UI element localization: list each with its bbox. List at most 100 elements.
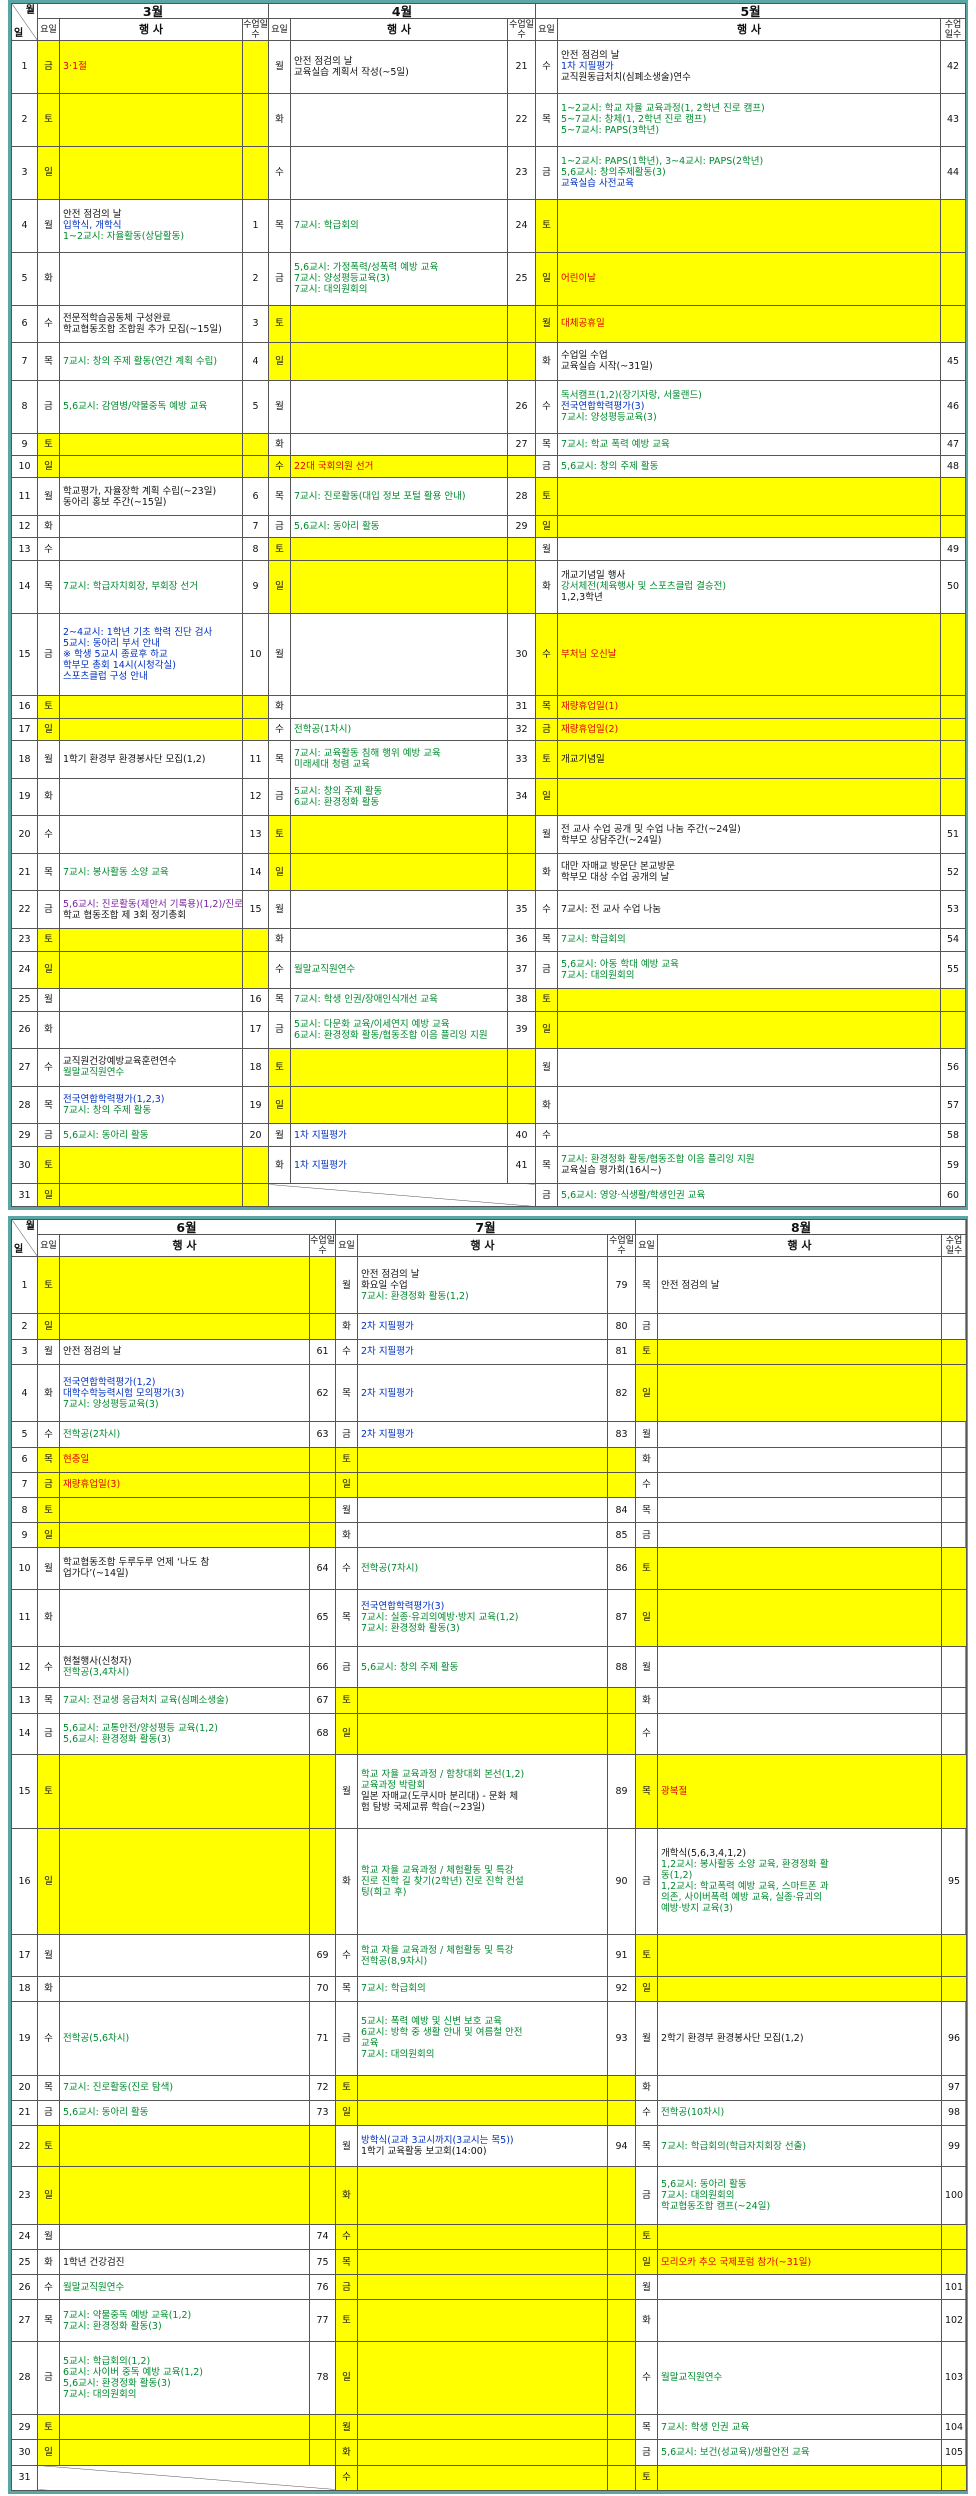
date-row: 2 일 화 2차 지필평가 80 금 <box>11 1313 968 1340</box>
weekday-cell: 수 <box>335 2223 359 2250</box>
event-cell: 1차 지필평가 <box>290 1123 509 1147</box>
event-line: 교육실습 평가회(16시~) <box>561 1165 662 1177</box>
date-cell: 24 <box>11 950 38 990</box>
class-day-count: 71 <box>308 2000 337 2076</box>
event-line: 1,2,3학년 <box>561 592 603 604</box>
event-line: 7교시: 학교 폭력 예방 교육 <box>561 438 670 450</box>
class-day-count: 83 <box>607 1421 637 1448</box>
month-header: 7월 <box>335 1219 637 1235</box>
event-line: 교직원건강예방교육훈련연수 <box>63 1056 177 1068</box>
event-line: 대만 자매교 방문단 본교방문 <box>561 861 675 873</box>
class-day-count: 17 <box>241 1010 270 1050</box>
event-line: 5,6교시: 동아리 활동 <box>63 2107 149 2119</box>
event-line: 의존, 사이버폭력 예방 교육, 실종·유괴의 <box>661 1892 823 1904</box>
date-cell: 17 <box>11 1934 38 1977</box>
event-cell: 전 교사 수업 공개 및 수업 나눔 주간(~24일) 학부모 상담주간(~24일… <box>557 815 942 854</box>
date-cell: 7 <box>11 342 38 381</box>
event-line: 1차 지필평가 <box>561 61 614 73</box>
event-line: 동아리 홍보 주간(~15일) <box>63 496 167 508</box>
event-cell <box>657 2299 943 2342</box>
event-line: 안전 점검의 날 <box>294 55 353 67</box>
event-col-header: 행 사 <box>59 18 243 41</box>
event-line: 7교시: 약물중독 예방 교육(1,2) <box>63 2309 192 2321</box>
class-day-count <box>308 1496 337 1524</box>
event-line: 7교시: 학급회의 <box>361 1983 426 1995</box>
weekday-cell: 금 <box>37 2099 60 2126</box>
weekday-cell: 토 <box>37 1255 60 1315</box>
event-cell: 개교기념일 <box>557 739 942 779</box>
event-line: 5,6교시: 가정폭력/성폭력 예방 교육 <box>294 262 439 274</box>
class-day-count: 9 <box>241 559 270 614</box>
date-row: 5 화 2 금 5,6교시: 가정폭력/성폭력 예방 교육 7교시: 양성평등교육(3) 7… <box>11 251 967 306</box>
event-cell: 안전 점검의 날 <box>59 1338 310 1365</box>
event-cell: 5교시: 다문화 교육/이세연지 예방 교육 6교시: 환경정화 활동/협동조합 … <box>290 1010 509 1050</box>
date-cell: 26 <box>11 2274 38 2301</box>
class-day-count <box>941 2248 968 2276</box>
class-day-count <box>940 717 967 741</box>
weekday-cell: 토 <box>37 432 60 457</box>
date-row: 16 토 화 31 목 재량휴업일(1) <box>11 695 967 719</box>
weekday-cell: 토 <box>268 304 292 344</box>
class-day-count: 35 <box>507 890 537 930</box>
class-day-count: 41 <box>507 1145 537 1185</box>
event-cell: 7교시: 학급회의(학급자치회장 선출) <box>657 2124 943 2168</box>
event-cell <box>290 612 509 697</box>
class-day-count: 24 <box>507 198 537 253</box>
event-cell: 5,6교시: 진로활동(제안서 기록용)(1,2)/진로활동(3)학교 협동조합… <box>59 890 243 930</box>
weekday-cell: 금 <box>268 777 292 817</box>
weekday-cell: 일 <box>535 777 559 817</box>
class-day-count: 33 <box>507 739 537 779</box>
event-line: 7교시: 창의 주제 활동 <box>63 1105 152 1117</box>
event-line: 전국연합학력평가(1,2) <box>63 1376 156 1388</box>
weekday-cell: 월 <box>535 537 559 561</box>
event-cell <box>59 2166 310 2225</box>
class-day-count: 66 <box>308 1646 337 1689</box>
weekday-cell: 화 <box>37 1588 60 1648</box>
calendar-table-1: 월 일 3월 4월 5월 요일 행 사 수업일수 요일 행 사 수업일수 요일 … <box>11 3 967 1207</box>
weekday-cell: 수 <box>535 379 559 434</box>
class-day-count: 27 <box>507 432 537 457</box>
event-line: 월말교직원연수 <box>63 1067 125 1079</box>
event-cell: 7교시: 진로활동(진로 탐색) <box>59 2074 310 2101</box>
weekday-cell: 월 <box>268 890 292 930</box>
event-cell <box>59 2439 310 2466</box>
date-cell: 9 <box>11 1522 38 1549</box>
class-day-count: 61 <box>308 1338 337 1365</box>
event-cell <box>290 890 509 930</box>
class-day-count: 45 <box>940 342 967 381</box>
class-day-count: 1 <box>241 198 270 253</box>
date-row: 19 수 전학공(5,6차시) 71 금 5교시: 폭력 예방 및 신변 보호 교육 6교시… <box>11 2000 968 2076</box>
event-cell: 어린이날 <box>557 251 942 306</box>
event-cell <box>557 1010 942 1050</box>
event-line: 동(1,2) <box>661 1870 693 1882</box>
date-row: 24 일 수 월말교직원연수 37 금 5,6교시: 아동 학대 예방 교육 7교시: 대의원… <box>11 950 967 990</box>
event-col-header: 행 사 <box>290 18 509 41</box>
event-cell: 1차 지필평가 <box>290 1145 509 1185</box>
class-day-count <box>507 1048 537 1087</box>
class-day-count: 50 <box>940 559 967 614</box>
class-day-count <box>241 695 270 719</box>
event-cell: 1학년 건강검진 <box>59 2248 310 2276</box>
date-cell: 30 <box>11 1145 38 1185</box>
weekday-cell: 금 <box>635 2166 659 2225</box>
event-line: 모리오카 추오 국제포럼 참가(~31일) <box>661 2256 812 2268</box>
weekday-cell: 목 <box>268 477 292 517</box>
weekday-cell: 월 <box>37 739 60 779</box>
event-cell <box>59 2124 310 2168</box>
event-cell <box>59 455 243 479</box>
date-cell: 13 <box>11 1687 38 1714</box>
class-day-count: 30 <box>507 612 537 697</box>
date-cell: 16 <box>11 1827 38 1936</box>
calendar-section-mar-may: 월 일 3월 4월 5월 요일 행 사 수업일수 요일 행 사 수업일수 요일 … <box>8 0 968 1210</box>
class-day-count: 81 <box>607 1338 637 1365</box>
event-line: 7교시: 양성평등교육(3) <box>294 273 390 285</box>
date-row: 21 목 7교시: 봉사활동 소양 교육 14 일 화 대만 자매교 방문단 본교방문 학부모… <box>11 852 967 892</box>
event-cell: 현충일 <box>59 1446 310 1473</box>
weekday-cell: 목 <box>635 1753 659 1829</box>
weekday-cell: 일 <box>335 2340 359 2416</box>
date-cell: 28 <box>11 2340 38 2416</box>
class-day-count <box>607 2439 637 2466</box>
weekday-cell: 금 <box>335 1421 359 1448</box>
class-day-count: 6 <box>241 477 270 517</box>
event-col-header: 행 사 <box>59 1234 310 1257</box>
